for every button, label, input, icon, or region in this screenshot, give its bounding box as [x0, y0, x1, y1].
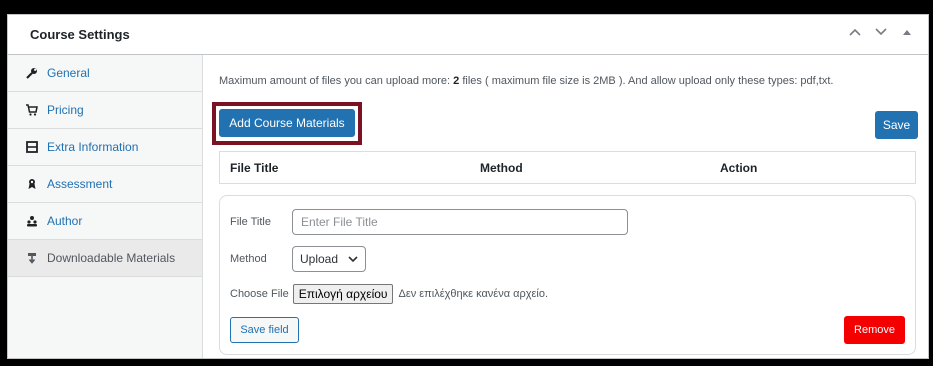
panel-title: Course Settings — [30, 27, 130, 42]
method-label: Method — [230, 253, 267, 265]
sidebar-item-label: General — [47, 66, 90, 80]
download-icon — [26, 252, 38, 264]
sidebar-item-pricing[interactable]: Pricing — [8, 92, 202, 129]
sidebar-item-extra-information[interactable]: Extra Information — [8, 129, 202, 166]
users-icon — [26, 215, 38, 227]
choose-file-button[interactable]: Επιλογή αρχείου — [292, 284, 394, 304]
award-icon — [26, 178, 38, 190]
material-form-card: File Title Method Upload Choose File Επι… — [219, 195, 916, 355]
add-course-materials-button[interactable]: Add Course Materials — [219, 109, 355, 137]
method-row: Method Upload — [230, 246, 366, 272]
no-file-chosen-text: Δεν επιλέχθηκε κανένα αρχείο. — [398, 288, 549, 300]
wrench-icon — [26, 67, 38, 79]
sidebar-item-label: Author — [47, 214, 83, 228]
method-select-value: Upload — [300, 252, 339, 266]
sidebar-item-label: Downloadable Materials — [47, 251, 176, 265]
panel-icon — [26, 141, 38, 153]
materials-table-header: File Title Method Action — [219, 151, 916, 184]
save-button[interactable]: Save — [875, 111, 918, 139]
sidebar-item-author[interactable]: Author — [8, 203, 202, 240]
column-header-method: Method — [480, 160, 523, 175]
sidebar-item-downloadable-materials[interactable]: Downloadable Materials — [8, 240, 202, 277]
chevron-up-icon[interactable] — [848, 25, 862, 39]
sidebar-item-general[interactable]: General — [8, 55, 202, 92]
course-settings-panel: Course Settings General Pricing Extra In… — [7, 14, 929, 359]
remove-button[interactable]: Remove — [844, 316, 905, 344]
panel-controls — [848, 25, 914, 39]
method-select[interactable]: Upload — [292, 246, 366, 272]
chevron-down-icon[interactable] — [874, 25, 888, 39]
column-header-file-title: File Title — [230, 160, 279, 175]
info-prefix: Maximum amount of files you can upload m… — [219, 75, 454, 87]
sidebar-item-assessment[interactable]: Assessment — [8, 166, 202, 203]
save-field-button[interactable]: Save field — [230, 317, 299, 343]
sidebar-item-label: Pricing — [47, 103, 84, 117]
upload-limit-info: Maximum amount of files you can upload m… — [219, 75, 833, 87]
sidebar-item-label: Assessment — [47, 177, 113, 191]
file-title-label: File Title — [230, 216, 271, 228]
chevron-down-icon — [348, 252, 358, 266]
materials-content: Maximum amount of files you can upload m… — [203, 55, 928, 358]
sidebar-item-label: Extra Information — [47, 140, 139, 154]
caret-up-icon[interactable] — [900, 25, 914, 39]
settings-sidebar: General Pricing Extra Information Assess… — [8, 55, 203, 358]
choose-file-label: Choose File — [230, 288, 289, 300]
cart-icon — [26, 104, 38, 116]
choose-file-row: Choose File Επιλογή αρχείου Δεν επιλέχθη… — [230, 284, 548, 304]
panel-header: Course Settings — [8, 15, 928, 55]
file-title-row: File Title — [230, 209, 628, 235]
info-suffix: files ( maximum file size is 2MB ). And … — [459, 75, 834, 87]
column-header-action: Action — [720, 160, 758, 175]
file-title-input[interactable] — [292, 209, 628, 235]
